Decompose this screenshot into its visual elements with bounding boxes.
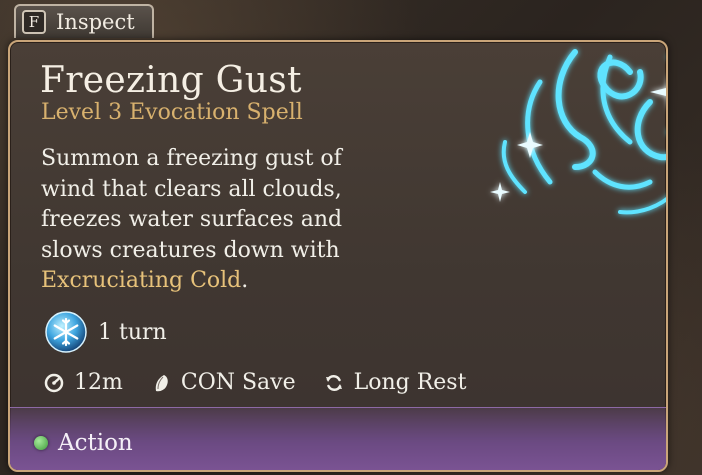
save-text: CON Save [180, 370, 296, 395]
duration-text: 1 turn [98, 319, 167, 345]
inspect-tab[interactable]: F Inspect [14, 4, 154, 38]
spell-title: Freezing Gust [40, 60, 302, 101]
spell-tooltip: Freezing Gust Level 3 Evocation Spell Su… [8, 40, 668, 472]
recharge-stat: Long Rest [324, 370, 467, 395]
description-line: freezes water surfaces and [41, 207, 343, 232]
frost-snowflake-icon[interactable] [44, 310, 88, 354]
key-f-icon: F [22, 10, 46, 34]
recharge-text: Long Rest [353, 370, 467, 395]
description-line: Summon a freezing gust of [41, 146, 342, 171]
spell-subtitle: Level 3 Evocation Spell [41, 100, 303, 125]
cost-footer: Action [10, 407, 666, 470]
save-stat: CON Save [151, 370, 296, 395]
description-end: . [241, 268, 249, 293]
range-stat: 12m [44, 370, 123, 395]
description-line: wind that clears all clouds, [41, 176, 342, 202]
inspect-label: Inspect [56, 10, 135, 34]
action-dot-icon [34, 436, 48, 450]
description-line: slows creatures down with [41, 237, 340, 263]
description-line: Excruciating Cold. [41, 266, 441, 297]
range-gauge-icon [44, 373, 64, 392]
excruciating-cold-link[interactable]: Excruciating Cold [41, 268, 241, 293]
action-cost: Action [34, 430, 133, 456]
shield-save-icon [155, 374, 168, 391]
action-cost-text: Action [58, 430, 133, 456]
spell-description: Summon a freezing gust of wind that clea… [41, 144, 441, 297]
freezing-gust-art [490, 49, 666, 215]
range-text: 12m [74, 370, 123, 395]
long-rest-recharge-icon [325, 374, 342, 391]
duration-row: 1 turn [44, 310, 167, 354]
spell-stats: 12m CON Save Long Rest [44, 370, 480, 395]
